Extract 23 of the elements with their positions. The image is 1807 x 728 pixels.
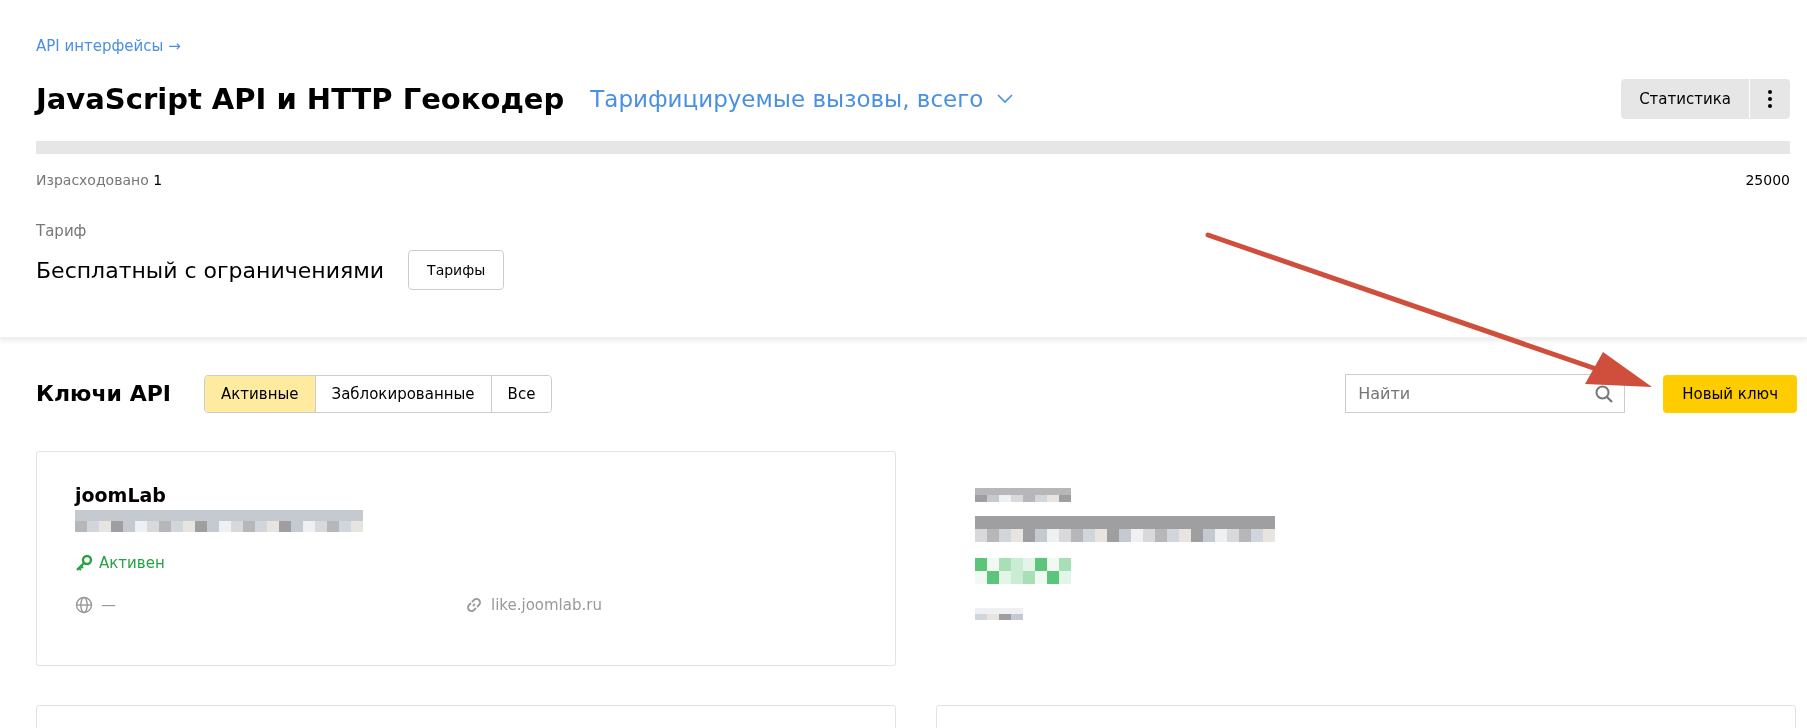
section-title: Ключи API	[36, 381, 171, 406]
usage-limit: 25000	[1745, 172, 1790, 188]
blurred-text	[975, 608, 1023, 620]
tariff-label: Тариф	[36, 222, 88, 240]
page-title: JavaScript API и HTTP Геокодер	[36, 82, 565, 116]
usage-text: Израсходовано 1	[36, 172, 163, 188]
globe-icon	[75, 596, 93, 614]
key-name: joomLab	[75, 484, 167, 506]
tariffs-button[interactable]: Тарифы	[408, 250, 505, 290]
key-status: Активен	[99, 554, 165, 572]
restriction-text: —	[101, 596, 116, 614]
more-icon	[1768, 90, 1772, 108]
new-key-button[interactable]: Новый ключ	[1663, 374, 1797, 413]
key-icon	[75, 554, 93, 572]
more-button[interactable]	[1750, 79, 1790, 119]
statistics-button[interactable]: Статистика	[1621, 79, 1749, 119]
chevron-down-icon	[997, 94, 1014, 104]
link-icon	[465, 596, 483, 614]
filter-tab[interactable]: Активные	[205, 375, 315, 412]
search-field[interactable]: Найти	[1345, 374, 1626, 413]
search-icon	[1595, 385, 1614, 403]
tariff-name: Бесплатный с ограничениями	[36, 257, 385, 283]
filter-tab[interactable]: Все	[490, 375, 552, 412]
